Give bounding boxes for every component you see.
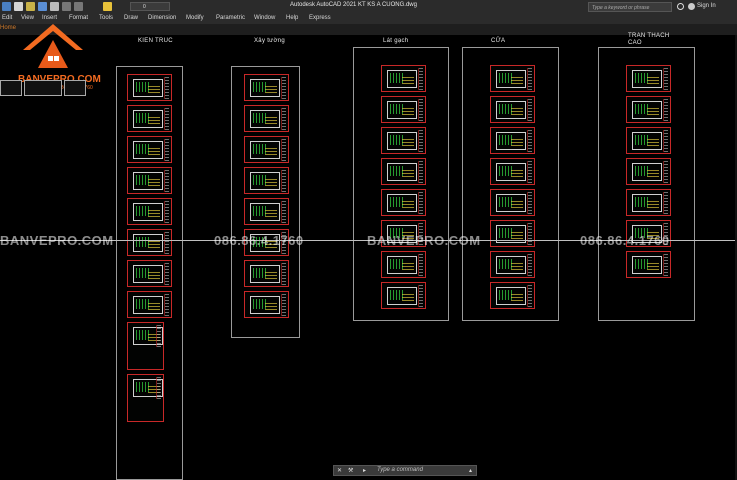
- command-prompt-icon: ▸: [363, 468, 367, 474]
- command-line[interactable]: ✕ ⚒ ▸ Type a command ▴: [333, 465, 477, 476]
- column-label-xay-tuong: Xây tường: [254, 38, 285, 44]
- command-input[interactable]: Type a command: [377, 467, 423, 473]
- chevron-up-icon[interactable]: ▴: [469, 467, 472, 474]
- drawing-sheet[interactable]: [127, 229, 172, 256]
- mini-viewport: [64, 80, 86, 96]
- drawing-sheet[interactable]: [490, 251, 535, 278]
- banvepro-logo: [23, 24, 83, 68]
- drawing-sheet[interactable]: [381, 96, 426, 123]
- drawing-sheet[interactable]: [626, 158, 671, 185]
- drawing-sheet[interactable]: [244, 291, 289, 318]
- drawing-sheet[interactable]: [244, 136, 289, 163]
- column-label-kien-truc: KIEN TRUC: [138, 38, 173, 44]
- drawing-sheet[interactable]: [244, 74, 289, 101]
- watermark-text: BANVEPRO.COM: [0, 233, 114, 248]
- drawing-sheet[interactable]: [626, 65, 671, 92]
- save-icon[interactable]: [38, 2, 47, 11]
- drawing-sheet[interactable]: [127, 322, 164, 370]
- drawing-sheet[interactable]: [127, 260, 172, 287]
- wrench-icon[interactable]: ⚒: [348, 467, 353, 474]
- drawing-sheet[interactable]: [490, 127, 535, 154]
- drawing-sheet[interactable]: [626, 189, 671, 216]
- menu-dimension[interactable]: Dimension: [148, 15, 176, 21]
- new-file-icon[interactable]: [14, 2, 23, 11]
- drawing-sheet[interactable]: [626, 251, 671, 278]
- tab-home[interactable]: Home: [0, 25, 16, 31]
- ribbon-area: [0, 24, 737, 35]
- drawing-sheet[interactable]: [127, 136, 172, 163]
- column-label-cua: CỬA: [491, 38, 506, 44]
- drawing-sheet[interactable]: [381, 158, 426, 185]
- menu-edit[interactable]: Edit: [2, 15, 12, 21]
- watermark-text: BANVEPRO.COM: [367, 233, 481, 248]
- search-input[interactable]: Type a keyword or phrase: [588, 2, 672, 12]
- drawing-sheet[interactable]: [381, 65, 426, 92]
- drawing-sheet[interactable]: [127, 198, 172, 225]
- drawing-sheet[interactable]: [244, 105, 289, 132]
- drawing-sheet[interactable]: [127, 291, 172, 318]
- drawing-sheet[interactable]: [244, 198, 289, 225]
- drawing-sheet[interactable]: [127, 105, 172, 132]
- search-icon[interactable]: [677, 3, 684, 10]
- drawing-sheet[interactable]: [244, 167, 289, 194]
- drawing-sheet[interactable]: [490, 158, 535, 185]
- drawing-sheet[interactable]: [244, 260, 289, 287]
- drawing-sheet[interactable]: [381, 282, 426, 309]
- drawing-sheet[interactable]: [127, 74, 172, 101]
- menu-bar: Edit View Insert Format Tools Draw Dimen…: [0, 14, 737, 24]
- print-icon[interactable]: [50, 2, 59, 11]
- drawing-sheet[interactable]: [626, 96, 671, 123]
- open-file-icon[interactable]: [26, 2, 35, 11]
- drawing-sheet[interactable]: [490, 189, 535, 216]
- column-label-tran-thach-cao: TRAN THACH CAO: [628, 33, 670, 46]
- menu-parametric[interactable]: Parametric: [216, 15, 245, 21]
- drawing-sheet[interactable]: [490, 282, 535, 309]
- mini-viewport: [0, 80, 22, 96]
- close-icon[interactable]: ✕: [337, 467, 342, 474]
- drawing-sheet[interactable]: [626, 127, 671, 154]
- layer-dropdown[interactable]: 0: [130, 2, 170, 11]
- sign-in-button[interactable]: Sign In: [697, 3, 716, 9]
- drawing-sheet[interactable]: [127, 167, 172, 194]
- menu-window[interactable]: Window: [254, 15, 275, 21]
- menu-draw[interactable]: Draw: [124, 15, 138, 21]
- menu-modify[interactable]: Modify: [186, 15, 204, 21]
- drawing-sheet[interactable]: [490, 96, 535, 123]
- menu-express[interactable]: Express: [309, 15, 331, 21]
- redo-icon[interactable]: [74, 2, 83, 11]
- drawing-sheet[interactable]: [490, 220, 535, 247]
- drawing-sheet[interactable]: [127, 374, 164, 422]
- user-icon[interactable]: [688, 3, 695, 10]
- title-bar: 0 Autodesk AutoCAD 2021 KT KS A CUONG.dw…: [0, 0, 737, 15]
- column-label-lat-gach: Lát gạch: [383, 38, 409, 44]
- mini-viewport: [24, 80, 62, 96]
- watermark-text: 086.86.4.1760: [580, 233, 670, 248]
- app-menu-icon[interactable]: [2, 2, 11, 11]
- drawing-sheet[interactable]: [381, 251, 426, 278]
- menu-tools[interactable]: Tools: [99, 15, 113, 21]
- menu-help[interactable]: Help: [286, 15, 298, 21]
- drawing-sheet[interactable]: [381, 189, 426, 216]
- layer-bulb-icon[interactable]: [103, 2, 112, 11]
- watermark-text: 086.86.4.1760: [214, 233, 304, 248]
- drawing-sheet[interactable]: [490, 65, 535, 92]
- window-title: Autodesk AutoCAD 2021 KT KS A CUONG.dwg: [290, 2, 417, 8]
- drawing-sheet[interactable]: [381, 127, 426, 154]
- undo-icon[interactable]: [62, 2, 71, 11]
